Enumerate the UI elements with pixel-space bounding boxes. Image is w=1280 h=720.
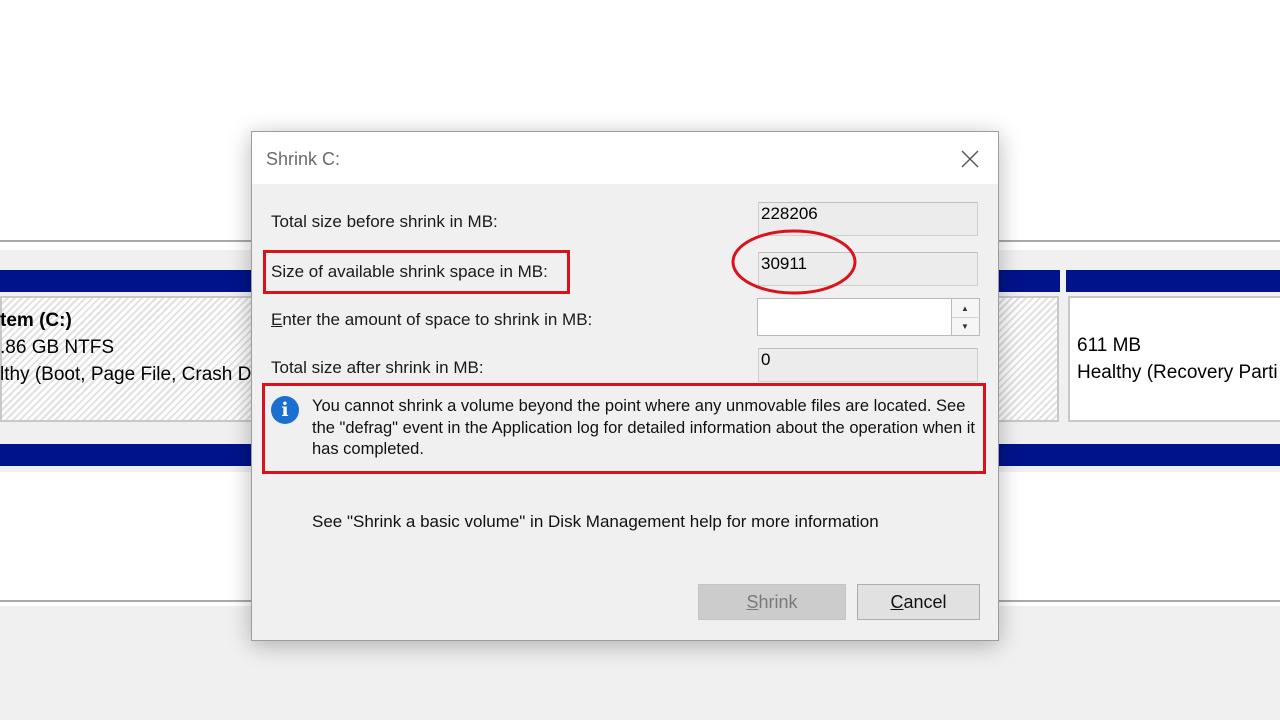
shrink-amount-input[interactable]	[757, 298, 952, 336]
partition-c-name: tem (C:)	[0, 310, 72, 331]
cancel-button[interactable]: Cancel	[857, 584, 980, 620]
enter-amount-label-rest: nter the amount of space to shrink in MB…	[282, 310, 593, 329]
info-icon: i	[271, 396, 299, 424]
partition-c-size: .86 GB NTFS	[0, 337, 115, 358]
shrink-amount-stepper[interactable]: ▲ ▼	[952, 298, 980, 336]
total-before-label: Total size before shrink in MB:	[271, 212, 498, 231]
triangle-up-icon: ▲	[961, 303, 969, 313]
triangle-down-icon: ▼	[961, 321, 969, 331]
cancel-accel: C	[890, 591, 904, 612]
cancel-label-rest: ancel	[903, 591, 947, 612]
shrink-label-rest: hrink	[758, 591, 798, 612]
total-before-value: 228206	[758, 202, 978, 236]
available-space-label: Size of available shrink space in MB:	[271, 262, 548, 281]
partition-recovery-status: Healthy (Recovery Parti	[1077, 362, 1278, 383]
spin-up-button[interactable]: ▲	[952, 299, 978, 318]
partition-c-status: lthy (Boot, Page File, Crash D	[0, 364, 252, 385]
dialog-titlebar: Shrink C:	[252, 132, 998, 184]
enter-amount-accel: E	[271, 310, 283, 329]
close-icon	[961, 150, 979, 168]
shrink-accel: S	[746, 591, 759, 612]
partition-recovery[interactable]: 611 MB Healthy (Recovery Parti	[1068, 296, 1280, 422]
info-message: You cannot shrink a volume beyond the po…	[312, 397, 975, 458]
close-button[interactable]	[956, 146, 984, 172]
available-space-value: 30911	[758, 252, 978, 286]
total-after-value: 0	[758, 348, 978, 382]
dialog-title: Shrink C:	[266, 149, 341, 169]
partition-recovery-header-bar	[1066, 270, 1280, 292]
help-text: See "Shrink a basic volume" in Disk Mana…	[312, 512, 879, 531]
partition-recovery-size: 611 MB	[1077, 335, 1142, 356]
spin-down-button[interactable]: ▼	[952, 317, 978, 335]
total-after-label: Total size after shrink in MB:	[271, 358, 484, 377]
shrink-dialog: Shrink C: Total size before shrink in MB…	[251, 131, 999, 641]
shrink-button[interactable]: Shrink	[698, 584, 846, 620]
enter-amount-label: Enter the amount of space to shrink in M…	[271, 310, 592, 330]
